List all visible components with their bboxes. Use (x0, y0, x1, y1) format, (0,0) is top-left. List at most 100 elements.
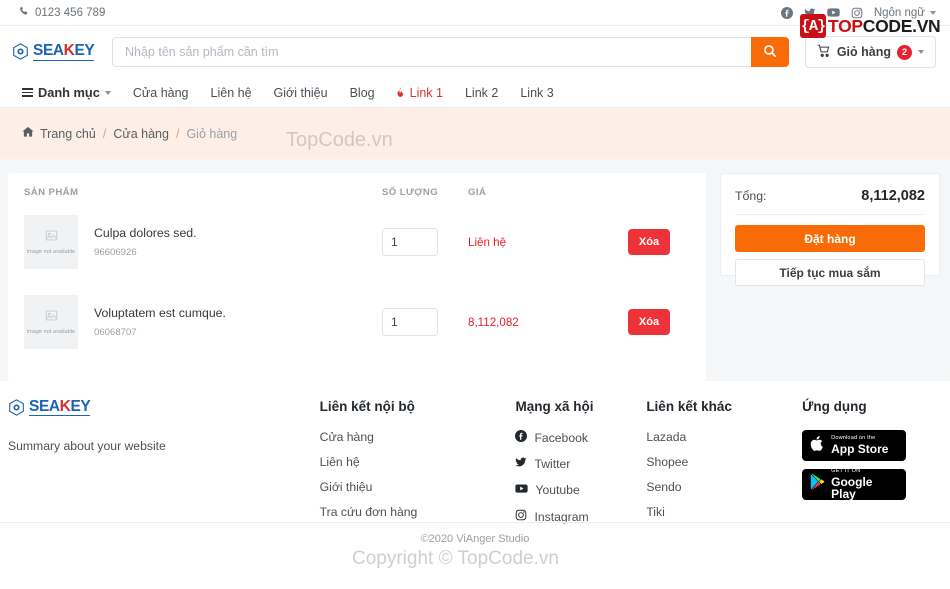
footer-logo-part2: K (59, 398, 71, 415)
google-play-icon (809, 473, 826, 496)
quantity-cell (382, 228, 468, 256)
main-navigation: Danh mục Cửa hàng Liên hệ Giới thiệu Blo… (0, 78, 950, 108)
hexagon-logo-icon (8, 399, 25, 416)
nav-item-link-3[interactable]: Link 3 (520, 86, 553, 100)
phone-number: 0123 456 789 (35, 6, 106, 19)
footer-logo-wordmark: SEA K EY (29, 398, 91, 417)
footer-social-facebook-label: Facebook (534, 430, 588, 445)
twitter-icon[interactable] (804, 7, 816, 19)
continue-shopping-button[interactable]: Tiếp tục mua sắm (735, 259, 925, 286)
quantity-cell (382, 308, 468, 336)
footer-internal-links-column: Liên kết nội bộ Cửa hàng Liên hệ Giới th… (320, 399, 516, 522)
broken-image-icon (45, 229, 58, 247)
product-thumbnail-placeholder: image not available (24, 295, 78, 349)
place-order-button[interactable]: Đặt hàng (735, 225, 925, 252)
chevron-down-icon (104, 90, 111, 95)
site-logo[interactable]: SEA K EY (12, 42, 104, 61)
home-icon (22, 126, 34, 141)
instagram-icon[interactable] (851, 7, 863, 19)
thumbnail-placeholder-text: image not available (26, 329, 76, 335)
nav-item-link-2[interactable]: Link 2 (465, 86, 498, 100)
category-menu-button[interactable]: Danh mục (22, 85, 111, 100)
column-header-quantity: SỐ LƯỢNG (382, 187, 439, 198)
logo-text-part3: EY (74, 42, 95, 60)
quantity-input[interactable] (382, 228, 438, 256)
phone-contact[interactable]: 0123 456 789 (18, 6, 105, 20)
nav-item-gioi-thieu[interactable]: Giới thiệu (274, 86, 328, 100)
phone-icon (18, 6, 29, 20)
search-button[interactable] (750, 37, 789, 67)
breadcrumb-item-home[interactable]: Trang chủ (22, 126, 96, 141)
nav-item-link-1-label: Link 1 (409, 85, 443, 100)
cart-button[interactable]: Giỏ hàng 2 (804, 36, 936, 68)
order-summary-panel: Tổng: 8,112,082 Đặt hàng Tiếp tục mua sắ… (720, 173, 940, 286)
footer-link-tra-cuu-don-hang[interactable]: Tra cứu đơn hàng (320, 505, 502, 519)
product-name[interactable]: Voluptatem est cumque. (94, 306, 226, 322)
nav-item-lien-he[interactable]: Liên hệ (211, 86, 252, 100)
app-store-badge[interactable]: Download on the App Store (802, 430, 907, 461)
footer-other-links-column: Liên kết khác Lazada Shopee Sendo Tiki (646, 399, 802, 522)
footer-link-shopee[interactable]: Shopee (646, 455, 788, 469)
search-input[interactable] (112, 37, 751, 67)
footer-link-tiki[interactable]: Tiki (646, 505, 788, 519)
nav-item-cua-hang[interactable]: Cửa hàng (133, 86, 189, 100)
nav-item-blog[interactable]: Blog (350, 86, 375, 100)
google-play-badge[interactable]: GET IT ON Google Play (802, 468, 907, 502)
footer-link-sendo[interactable]: Sendo (646, 480, 788, 494)
app-store-big-label: App Store (831, 442, 889, 457)
chevron-down-icon (930, 10, 936, 15)
footer-logo[interactable]: SEA K EY (8, 398, 100, 417)
main-content: SẢN PHẨM SỐ LƯỢNG GIÁ image not availabl… (0, 159, 950, 381)
logo-text-part1: SEA (33, 42, 64, 60)
footer-social-twitter-label: Twitter (534, 456, 571, 471)
product-thumbnail-placeholder: image not available (24, 215, 78, 269)
breadcrumb-separator: / (175, 126, 180, 141)
app-store-text: Download on the App Store (831, 434, 889, 457)
footer-internal-title: Liên kết nội bộ (319, 399, 415, 414)
breadcrumb-item-shop[interactable]: Cửa hàng (113, 127, 169, 141)
price-cell: 8,112,082 (468, 315, 519, 329)
quantity-input[interactable] (382, 308, 438, 336)
footer-social-facebook[interactable]: Facebook (515, 430, 632, 445)
nav-item-link-1[interactable]: Link 1 (397, 86, 443, 100)
footer-link-cua-hang[interactable]: Cửa hàng (320, 430, 502, 444)
product-info: Culpa dolores sed. 96606926 (94, 226, 197, 259)
youtube-icon[interactable] (827, 6, 840, 19)
breadcrumb-home-label: Trang chủ (40, 126, 96, 141)
delete-item-button[interactable]: Xóa (628, 229, 670, 255)
category-menu-label: Danh mục (38, 85, 100, 100)
product-name[interactable]: Culpa dolores sed. (94, 226, 197, 242)
app-store-small-label: Download on the (831, 434, 876, 441)
footer-link-gioi-thieu[interactable]: Giới thiệu (320, 480, 502, 494)
cart-label: Giỏ hàng (836, 45, 891, 59)
google-play-text: GET IT ON Google Play (831, 468, 899, 502)
footer-social-title: Mạng xã hội (515, 399, 594, 414)
shopping-cart-icon (817, 44, 831, 61)
footer-apps-column: Ứng dụng Download on the App Store GET I… (802, 399, 942, 522)
chevron-down-icon (918, 50, 924, 54)
footer-social-twitter[interactable]: Twitter (515, 456, 632, 471)
google-play-big-label: Google Play (831, 475, 873, 502)
actions-cell: Xóa (628, 229, 690, 255)
logo-wordmark: SEA K EY (33, 42, 95, 61)
footer-link-lien-he[interactable]: Liên hệ (320, 455, 502, 469)
total-value: 8,112,082 (861, 188, 925, 204)
logo-text-part2: K (63, 42, 75, 60)
footer-link-lazada[interactable]: Lazada (646, 430, 788, 444)
cart-table-panel: SẢN PHẨM SỐ LƯỢNG GIÁ image not availabl… (8, 173, 706, 381)
facebook-icon (515, 430, 528, 445)
footer-brand-column: SEA K EY Summary about your website (8, 398, 320, 522)
hexagon-logo-icon (12, 43, 29, 61)
facebook-icon[interactable] (780, 6, 793, 19)
product-sku: 96606926 (94, 247, 137, 259)
footer-social-youtube[interactable]: Youtube (515, 482, 632, 498)
cart-count-badge: 2 (897, 44, 912, 60)
delete-item-button[interactable]: Xóa (628, 309, 670, 335)
product-sku: 06068707 (94, 327, 137, 339)
cart-table-header: SẢN PHẨM SỐ LƯỢNG GIÁ (24, 187, 690, 202)
copyright-bar: ©2020 ViAnger Studio (0, 522, 950, 555)
language-selector[interactable]: Ngôn ngữ (874, 7, 936, 19)
page-root: 0123 456 789 Ngôn ngữ SEA K EY Nhập tên … (0, 0, 950, 589)
footer-apps-title: Ứng dụng (802, 399, 867, 414)
table-row: image not available Voluptatem est cumqu… (24, 282, 690, 362)
